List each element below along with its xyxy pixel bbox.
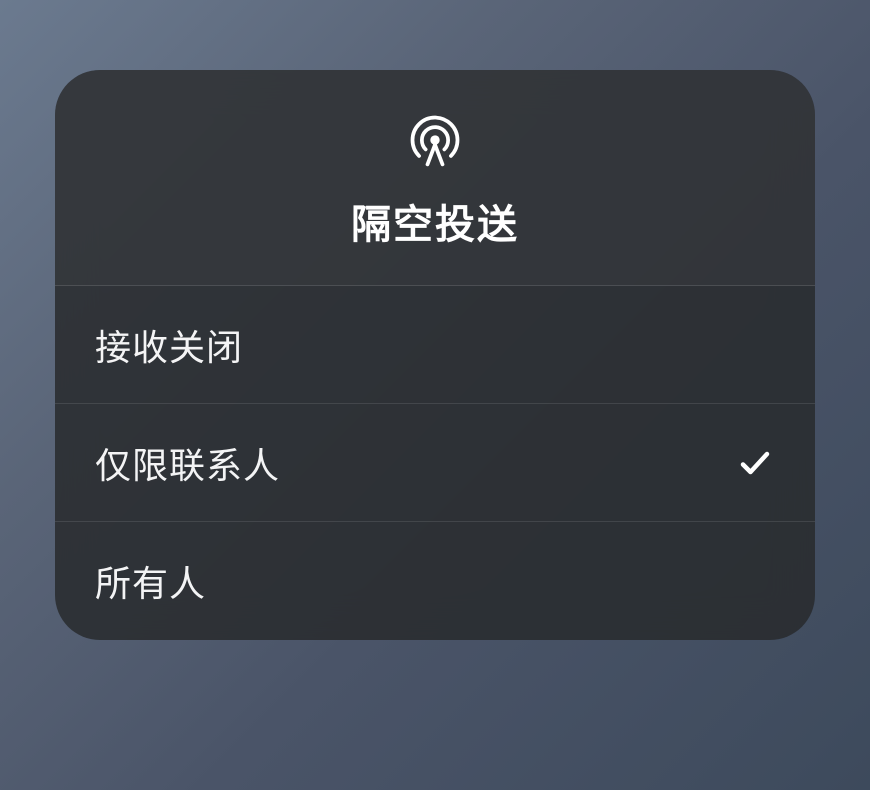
option-everyone[interactable]: 所有人 xyxy=(55,522,815,640)
airdrop-icon xyxy=(405,110,465,170)
option-label: 仅限联系人 xyxy=(95,437,280,489)
option-label: 接收关闭 xyxy=(95,319,243,371)
airdrop-settings-panel: 隔空投送 接收关闭 仅限联系人 所有人 xyxy=(55,70,815,640)
option-label: 所有人 xyxy=(95,555,206,607)
checkmark-icon xyxy=(735,443,775,483)
option-contacts-only[interactable]: 仅限联系人 xyxy=(55,404,815,522)
option-receiving-off[interactable]: 接收关闭 xyxy=(55,286,815,404)
panel-title: 隔空投送 xyxy=(351,192,519,250)
panel-header: 隔空投送 xyxy=(55,70,815,286)
